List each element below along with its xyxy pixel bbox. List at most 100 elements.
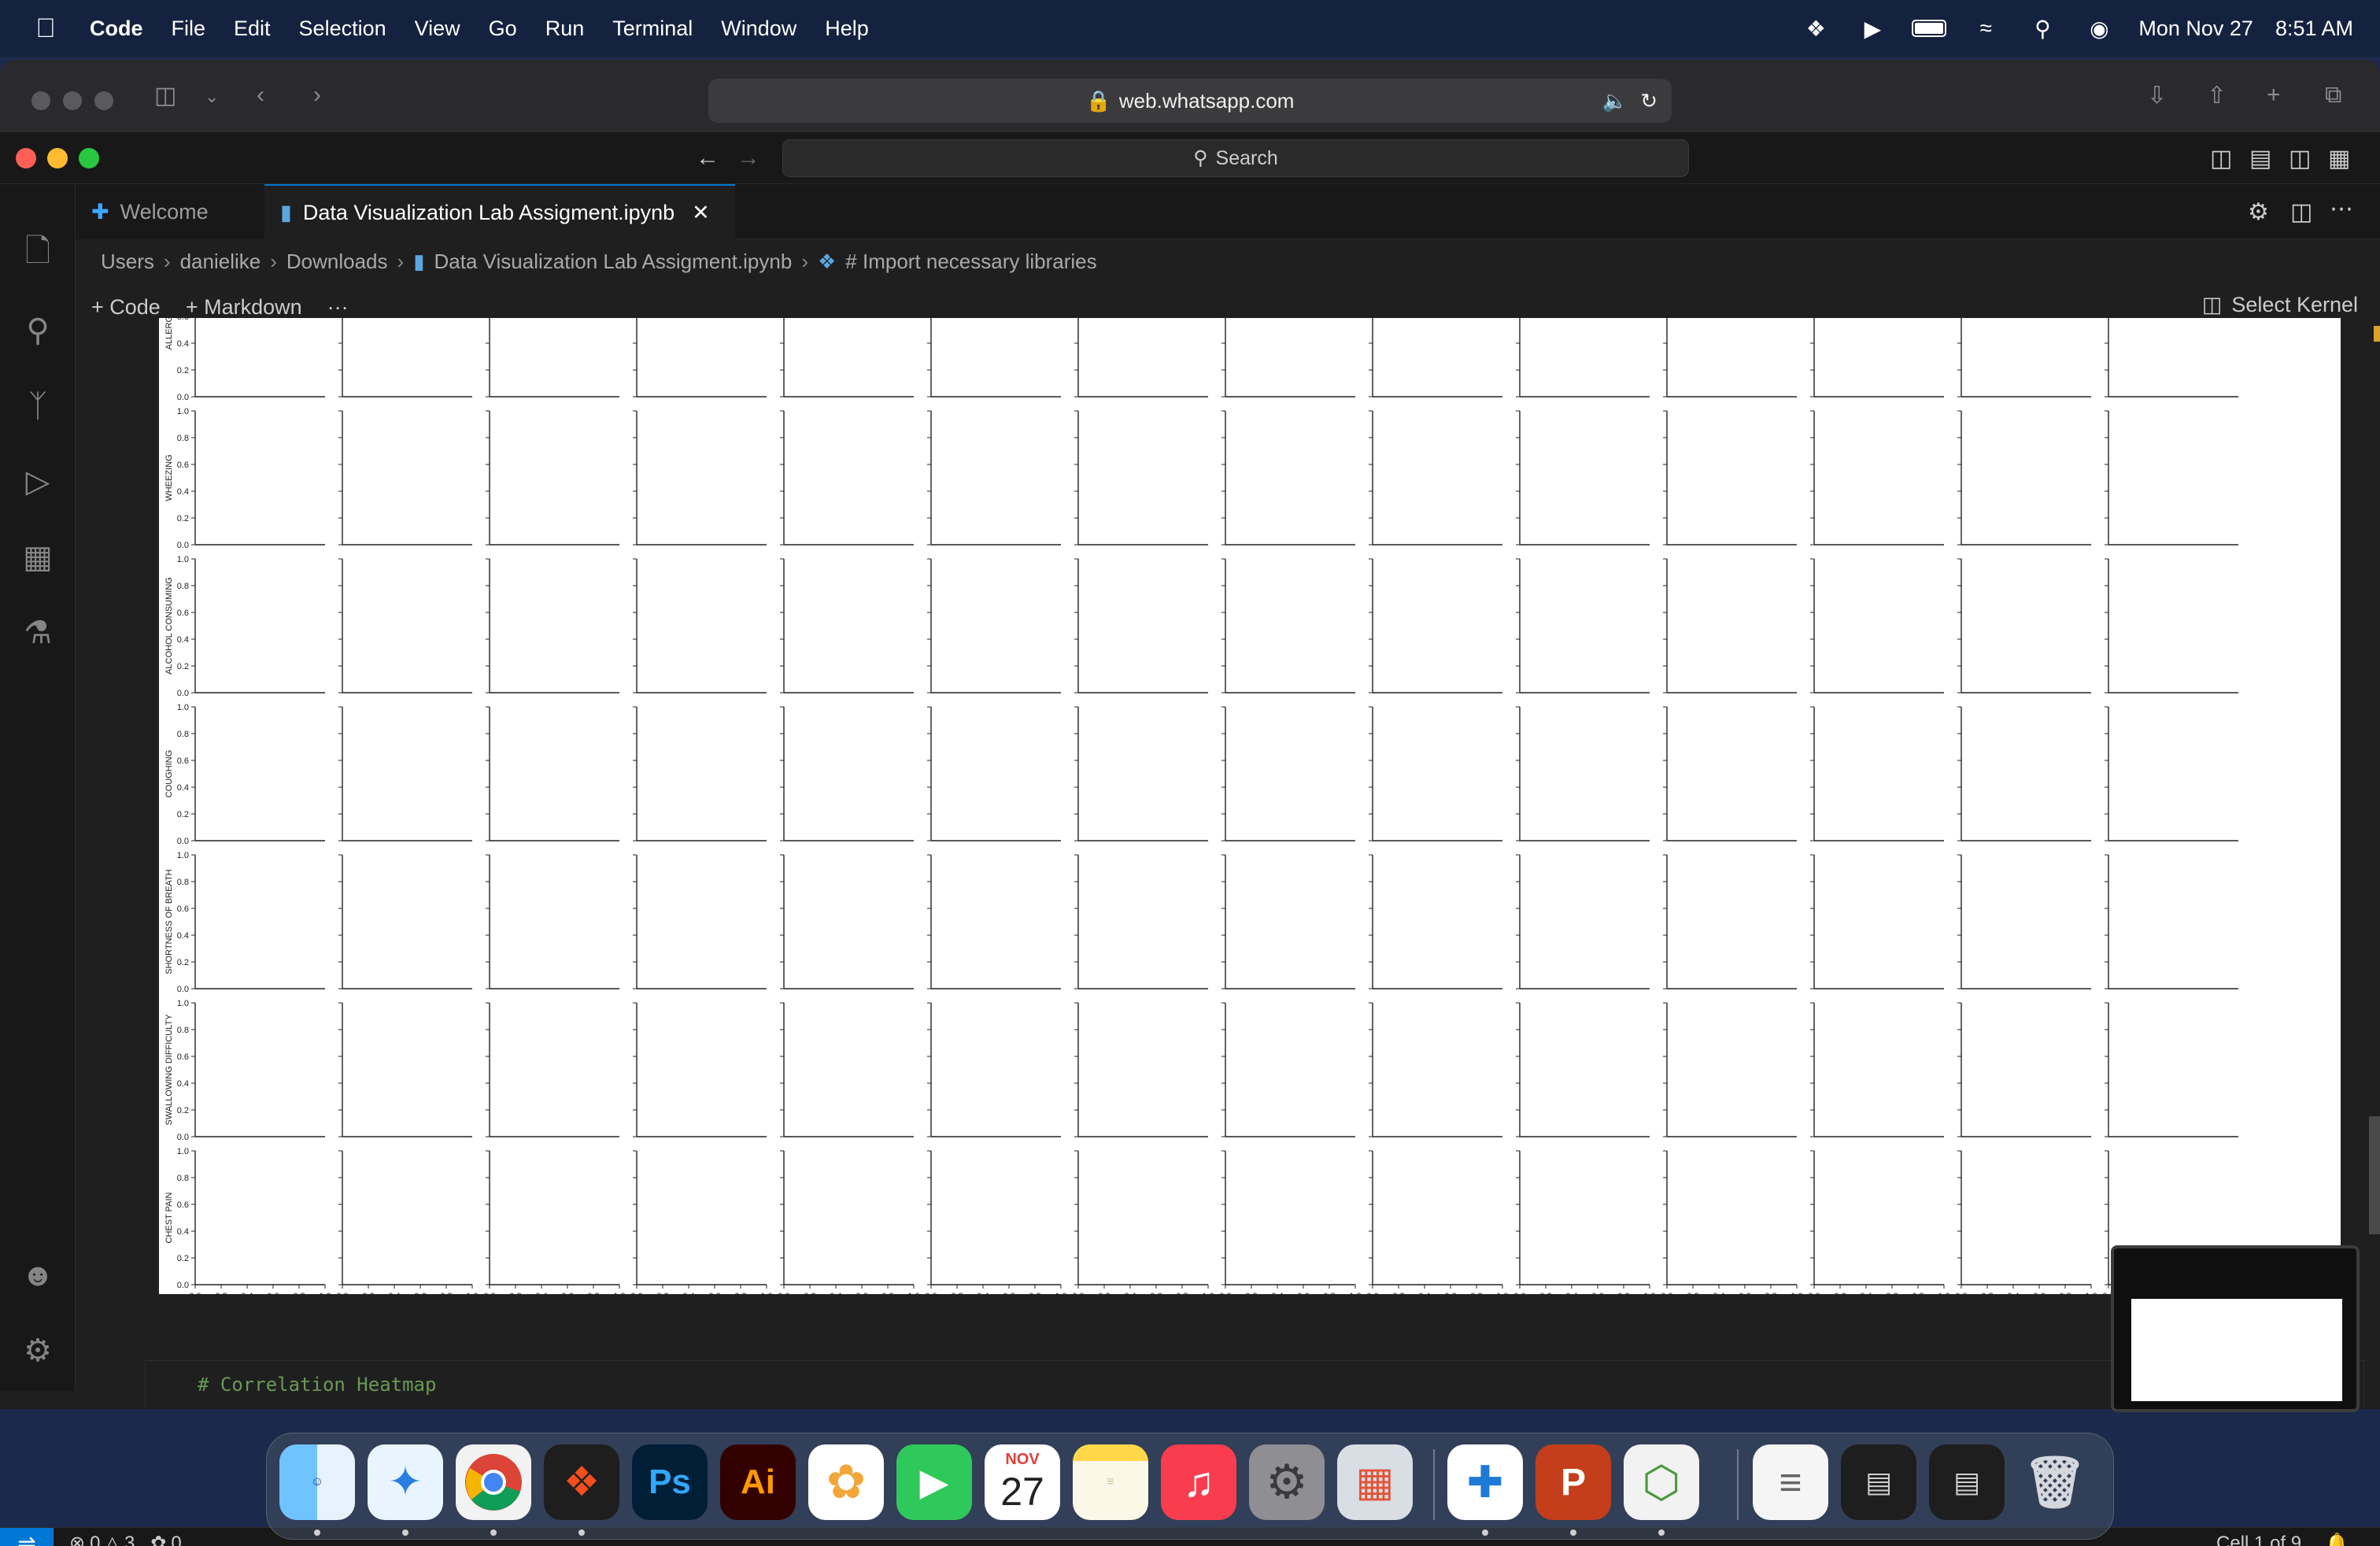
illustrator-app-icon[interactable]: Ai (720, 1444, 796, 1520)
safari-minimize-button[interactable] (63, 91, 82, 110)
toggle-primary-sidebar-icon[interactable]: ◫ (2210, 145, 2232, 172)
notes-app-icon[interactable]: ≡ (1073, 1444, 1148, 1520)
y-tick-label: 0.6 (177, 318, 189, 322)
battery-icon[interactable] (1912, 14, 1947, 43)
source-control-icon[interactable]: ᛉ (17, 386, 58, 427)
launchpad-app-icon[interactable]: ▦ (1337, 1444, 1413, 1520)
cell-position[interactable]: Cell 1 of 9 (2216, 1533, 2301, 1546)
nav-back-icon[interactable]: ← (696, 145, 719, 172)
document-window-icon[interactable]: ≡ (1753, 1444, 1828, 1520)
sidebar-toggle-icon[interactable]: ◫ (154, 82, 176, 109)
breadcrumb-user[interactable]: danielike (180, 250, 261, 274)
minimized-window-1-icon[interactable]: ▤ (1841, 1444, 1916, 1520)
sketchup-app-icon[interactable]: ⬡ (1624, 1444, 1699, 1520)
play-icon[interactable]: ▶ (1855, 14, 1890, 43)
breadcrumb-cell[interactable]: # Import necessary libraries (845, 250, 1096, 274)
chrome-app-icon[interactable] (456, 1444, 531, 1520)
speaker-icon[interactable]: 🔈 (1602, 89, 1628, 113)
menu-go[interactable]: Go (489, 17, 517, 41)
command-center[interactable]: ⚲ Search (782, 139, 1689, 177)
y-tick-label: 0.6 (177, 1052, 189, 1062)
chevron-down-icon[interactable]: ⌄ (205, 87, 219, 107)
search-icon[interactable]: ⚲ (17, 310, 58, 351)
menu-view[interactable]: View (415, 17, 460, 41)
system-settings-app-icon[interactable]: ⚙ (1249, 1444, 1325, 1520)
x-tick-label: 0.0 (1955, 1292, 1967, 1294)
screenshot-thumbnail[interactable] (2111, 1245, 2360, 1412)
ports-indicator[interactable]: ✿ 0 (150, 1532, 181, 1546)
remote-indicator-icon[interactable]: ⇌ (0, 1527, 54, 1546)
menubar-time[interactable]: 8:51 AM (2275, 17, 2353, 41)
menu-help[interactable]: Help (825, 17, 869, 41)
tab-notebook[interactable]: ▮ Data Visualization Lab Assigment.ipynb… (264, 184, 735, 239)
split-editor-icon[interactable]: ◫ (2290, 198, 2312, 226)
select-kernel-button[interactable]: ◫ Select Kernel (2202, 293, 2358, 317)
menu-file[interactable]: File (172, 17, 206, 41)
run-debug-icon[interactable]: ▷ (17, 461, 58, 502)
safari-close-button[interactable] (31, 91, 50, 110)
safari-app-icon[interactable]: ✦ (368, 1444, 443, 1520)
explorer-icon[interactable]: 🗋 (17, 234, 58, 276)
y-tick-label: 0.4 (177, 1079, 189, 1089)
forward-icon[interactable]: › (313, 82, 321, 109)
more-actions-icon[interactable]: ⋯ (2330, 195, 2353, 223)
vscode-zoom-button[interactable] (79, 148, 99, 168)
kernel-icon: ◫ (2201, 293, 2223, 316)
vscode-close-button[interactable] (16, 148, 36, 168)
manage-gear-icon[interactable]: ⚙ (17, 1330, 58, 1371)
customize-layout-icon[interactable]: ▦ (2328, 145, 2350, 172)
problems-indicator[interactable]: ⊗ 0 △ 3 (69, 1532, 135, 1546)
more-toolbar-button[interactable]: ··· (327, 295, 349, 320)
back-icon[interactable]: ‹ (257, 82, 264, 109)
new-tab-icon[interactable]: + (2267, 82, 2281, 109)
control-center-icon[interactable]: ◉ (2082, 14, 2116, 43)
settings-gear-icon[interactable]: ⚙ (2248, 198, 2269, 226)
breadcrumb-users[interactable]: Users (101, 250, 154, 274)
accounts-icon[interactable]: ☻ (17, 1255, 58, 1296)
menu-run[interactable]: Run (545, 17, 585, 41)
menu-edit[interactable]: Edit (234, 17, 271, 41)
toggle-secondary-sidebar-icon[interactable]: ◫ (2289, 145, 2311, 172)
toggle-panel-icon[interactable]: ▤ (2249, 145, 2271, 172)
menu-window[interactable]: Window (721, 17, 796, 41)
menubar-date[interactable]: Mon Nov 27 (2138, 17, 2253, 41)
minimized-window-2-icon[interactable]: ▤ (1929, 1444, 2005, 1520)
powerpoint-app-icon[interactable]: P (1536, 1444, 1611, 1520)
menu-selection[interactable]: Selection (299, 17, 386, 41)
downloads-icon[interactable]: ⇩ (2147, 82, 2167, 109)
facetime-app-icon[interactable]: ▶ (896, 1444, 972, 1520)
apple-icon[interactable]:  (30, 13, 61, 44)
nav-forward-icon[interactable]: → (737, 145, 760, 172)
code-cell-heatmap[interactable]: # Correlation Heatmap (145, 1360, 2364, 1407)
vscode-app-icon[interactable]: ✚ (1447, 1444, 1523, 1520)
breadcrumb-file[interactable]: Data Visualization Lab Assigment.ipynb (434, 250, 793, 274)
close-icon[interactable]: ✕ (692, 201, 710, 225)
x-tick-label: 0.2 (362, 1292, 374, 1294)
extensions-icon[interactable]: ▦ (17, 537, 58, 578)
photos-app-icon[interactable]: ✿ (808, 1444, 884, 1520)
figma-app-icon[interactable]: ❖ (544, 1444, 619, 1520)
notifications-icon[interactable]: 🔔 (2325, 1532, 2349, 1546)
add-markdown-cell-button[interactable]: + Markdown (186, 295, 302, 320)
address-bar[interactable]: 🔒 web.whatsapp.com 🔈 ↻ (708, 79, 1672, 123)
photoshop-app-icon[interactable]: Ps (632, 1444, 708, 1520)
editor-scrollbar[interactable] (2369, 1116, 2380, 1234)
tab-welcome[interactable]: ✚ Welcome (76, 184, 263, 239)
add-code-cell-button[interactable]: + Code (91, 295, 161, 320)
safari-zoom-button[interactable] (94, 91, 113, 110)
music-app-icon[interactable]: ♫ (1161, 1444, 1236, 1520)
breadcrumb-downloads[interactable]: Downloads (286, 250, 388, 274)
trash-icon[interactable]: 🗑 (2017, 1444, 2093, 1520)
share-icon[interactable]: ⇧ (2207, 82, 2227, 109)
finder-app-icon[interactable]: ☺ (279, 1444, 355, 1520)
vscode-minimize-button[interactable] (47, 148, 68, 168)
testing-icon[interactable]: ⚗ (17, 612, 58, 653)
calendar-app-icon[interactable]: NOV 27 (985, 1444, 1060, 1520)
wifi-icon[interactable]: ≈ (1968, 14, 2003, 43)
reload-icon[interactable]: ↻ (1640, 89, 1658, 113)
spotlight-icon[interactable]: ⚲ (2025, 14, 2060, 43)
tab-overview-icon[interactable]: ⧉ (2325, 82, 2341, 109)
menu-app-name[interactable]: Code (90, 17, 143, 41)
figma-menu-icon[interactable]: ❖ (1798, 14, 1833, 43)
menu-terminal[interactable]: Terminal (612, 17, 693, 41)
